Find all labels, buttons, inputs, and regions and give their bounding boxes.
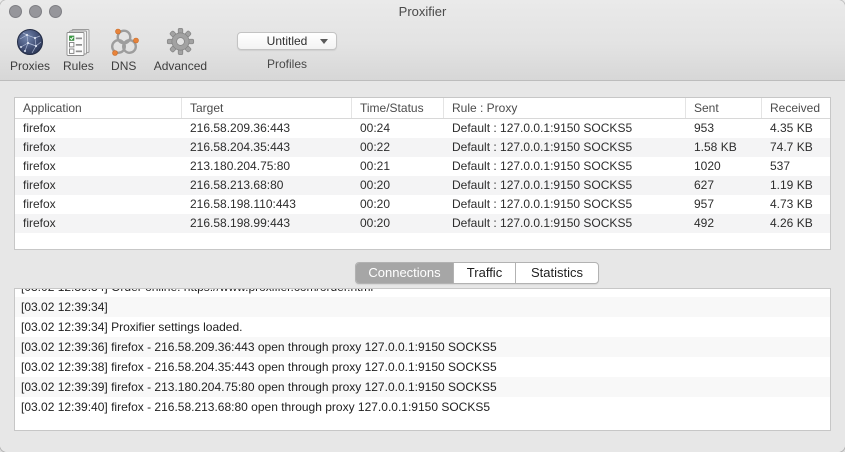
main-content: Application Target Time/Status Rule : Pr… — [0, 82, 845, 452]
table-cell: Default : 127.0.0.1:9150 SOCKS5 — [452, 197, 633, 211]
table-cell: 4.73 KB — [770, 197, 813, 211]
column-header-rule-proxy[interactable]: Rule : Proxy — [444, 98, 686, 118]
column-header-received[interactable]: Received — [762, 98, 830, 118]
log-lines: [03.02 12:39:34] Order online: https://w… — [15, 289, 830, 417]
rules-list-icon — [63, 26, 93, 57]
table-cell: Default : 127.0.0.1:9150 SOCKS5 — [452, 121, 633, 135]
toolbar-item-rules[interactable]: Rules — [63, 26, 94, 73]
tab-traffic[interactable]: Traffic — [454, 263, 516, 283]
table-row[interactable]: firefox 216.58.198.99:443 00:20 Default : 1… — [15, 214, 830, 233]
table-cell: Default : 127.0.0.1:9150 SOCKS5 — [452, 216, 633, 230]
toolbar: Proxies Rules DNS Advanced — [10, 26, 207, 73]
table-cell: 216.58.213.68:80 — [190, 178, 284, 192]
table-cell: Default : 127.0.0.1:9150 SOCKS5 — [452, 140, 633, 154]
table-cell: 00:20 — [360, 216, 391, 230]
toolbar-item-label: DNS — [111, 59, 137, 73]
profiles-label: Profiles — [266, 57, 307, 71]
log-line: [03.02 12:39:38] firefox - 216.58.204.35… — [21, 360, 497, 374]
table-row[interactable]: firefox 216.58.213.68:80 00:20 Default : 12… — [15, 176, 830, 195]
column-header-application[interactable]: Application — [15, 98, 182, 118]
table-cell: firefox — [23, 159, 56, 173]
table-cell: 00:20 — [360, 178, 391, 192]
table-cell: 1020 — [694, 159, 721, 173]
table-cell: 00:24 — [360, 121, 391, 135]
table-cell: 953 — [694, 121, 715, 135]
tab-statistics[interactable]: Statistics — [516, 263, 598, 283]
table-row[interactable]: firefox 216.58.204.35:443 00:22 Default : 1… — [15, 138, 830, 157]
view-tabs: Connections Traffic Statistics — [355, 262, 599, 284]
table-cell: 1.19 KB — [770, 178, 813, 192]
window-header: Proxifier Proxies Rules DNS Advanced Unt… — [0, 0, 845, 81]
table-cell: 216.58.198.99:443 — [190, 216, 291, 230]
table-cell: 216.58.198.110:443 — [190, 197, 296, 211]
table-cell: 1.58 KB — [694, 140, 737, 154]
log-line: [03.02 12:39:36] firefox - 216.58.209.36… — [15, 337, 830, 357]
toolbar-item-label: Advanced — [153, 59, 208, 73]
connections-rows: firefox 216.58.209.36:443 00:24 Default : 1… — [15, 119, 830, 233]
table-row[interactable]: firefox 213.180.204.75:80 00:21 Default : 1… — [15, 157, 830, 176]
table-cell: 537 — [770, 159, 791, 173]
window-title: Proxifier — [398, 4, 447, 19]
toolbar-item-label: Rules — [63, 59, 94, 73]
toolbar-item-advanced[interactable]: Advanced — [154, 26, 207, 73]
table-cell: Default : 127.0.0.1:9150 SOCKS5 — [452, 159, 633, 173]
table-row[interactable]: firefox 216.58.209.36:443 00:24 Default : 1… — [15, 119, 830, 138]
log-panel[interactable]: [03.02 12:39:34] Order online: https://w… — [14, 288, 831, 431]
globe-network-icon — [15, 26, 45, 57]
table-cell: Default : 127.0.0.1:9150 SOCKS5 — [452, 178, 633, 192]
tab-connections[interactable]: Connections — [356, 263, 454, 283]
table-row[interactable]: firefox 216.58.198.110:443 00:20 Default : … — [15, 195, 830, 214]
log-line: [03.02 12:39:39] firefox - 213.180.204.7… — [15, 377, 830, 397]
table-cell: 4.35 KB — [770, 121, 813, 135]
table-cell: 492 — [694, 216, 715, 230]
profile-dropdown[interactable]: Untitled — [237, 32, 337, 50]
gear-icon — [165, 26, 196, 57]
table-cell: firefox — [23, 140, 56, 154]
toolbar-item-proxies[interactable]: Proxies — [10, 26, 50, 73]
log-line: [03.02 12:39:40] firefox - 216.58.213.68… — [21, 400, 491, 414]
column-header-time-status[interactable]: Time/Status — [352, 98, 444, 118]
log-line: [03.02 12:39:34] — [15, 297, 830, 317]
table-cell: 213.180.204.75:80 — [190, 159, 291, 173]
chevron-down-icon — [320, 39, 328, 44]
table-cell: 00:20 — [360, 197, 391, 211]
table-cell: 00:21 — [360, 159, 391, 173]
table-cell: 957 — [694, 197, 715, 211]
column-header-sent[interactable]: Sent — [686, 98, 762, 118]
table-header: Application Target Time/Status Rule : Pr… — [15, 98, 830, 119]
table-cell: 74.7 KB — [770, 140, 813, 154]
table-cell: 4.26 KB — [770, 216, 813, 230]
profiles-group: Untitled Profiles — [237, 32, 337, 71]
toolbar-item-dns[interactable]: DNS — [107, 26, 141, 73]
dns-rings-icon — [107, 26, 141, 57]
table-cell: 627 — [694, 178, 715, 192]
table-cell: firefox — [23, 178, 56, 192]
table-cell: firefox — [23, 121, 56, 135]
column-header-target[interactable]: Target — [182, 98, 352, 118]
log-line: [03.02 12:39:34] Order online: https://w… — [15, 289, 830, 297]
table-cell: 216.58.209.36:443 — [190, 121, 291, 135]
table-cell: 00:22 — [360, 140, 391, 154]
toolbar-item-label: Proxies — [10, 59, 51, 73]
proxifier-window: Proxifier Proxies Rules DNS Advanced Unt… — [0, 0, 845, 452]
profile-dropdown-value: Untitled — [266, 34, 308, 48]
table-cell: firefox — [23, 216, 56, 230]
connections-table[interactable]: Application Target Time/Status Rule : Pr… — [14, 97, 831, 250]
table-cell: 216.58.204.35:443 — [190, 140, 291, 154]
table-cell: firefox — [23, 197, 56, 211]
log-line: [03.02 12:39:34] Proxifier settings load… — [21, 320, 243, 334]
